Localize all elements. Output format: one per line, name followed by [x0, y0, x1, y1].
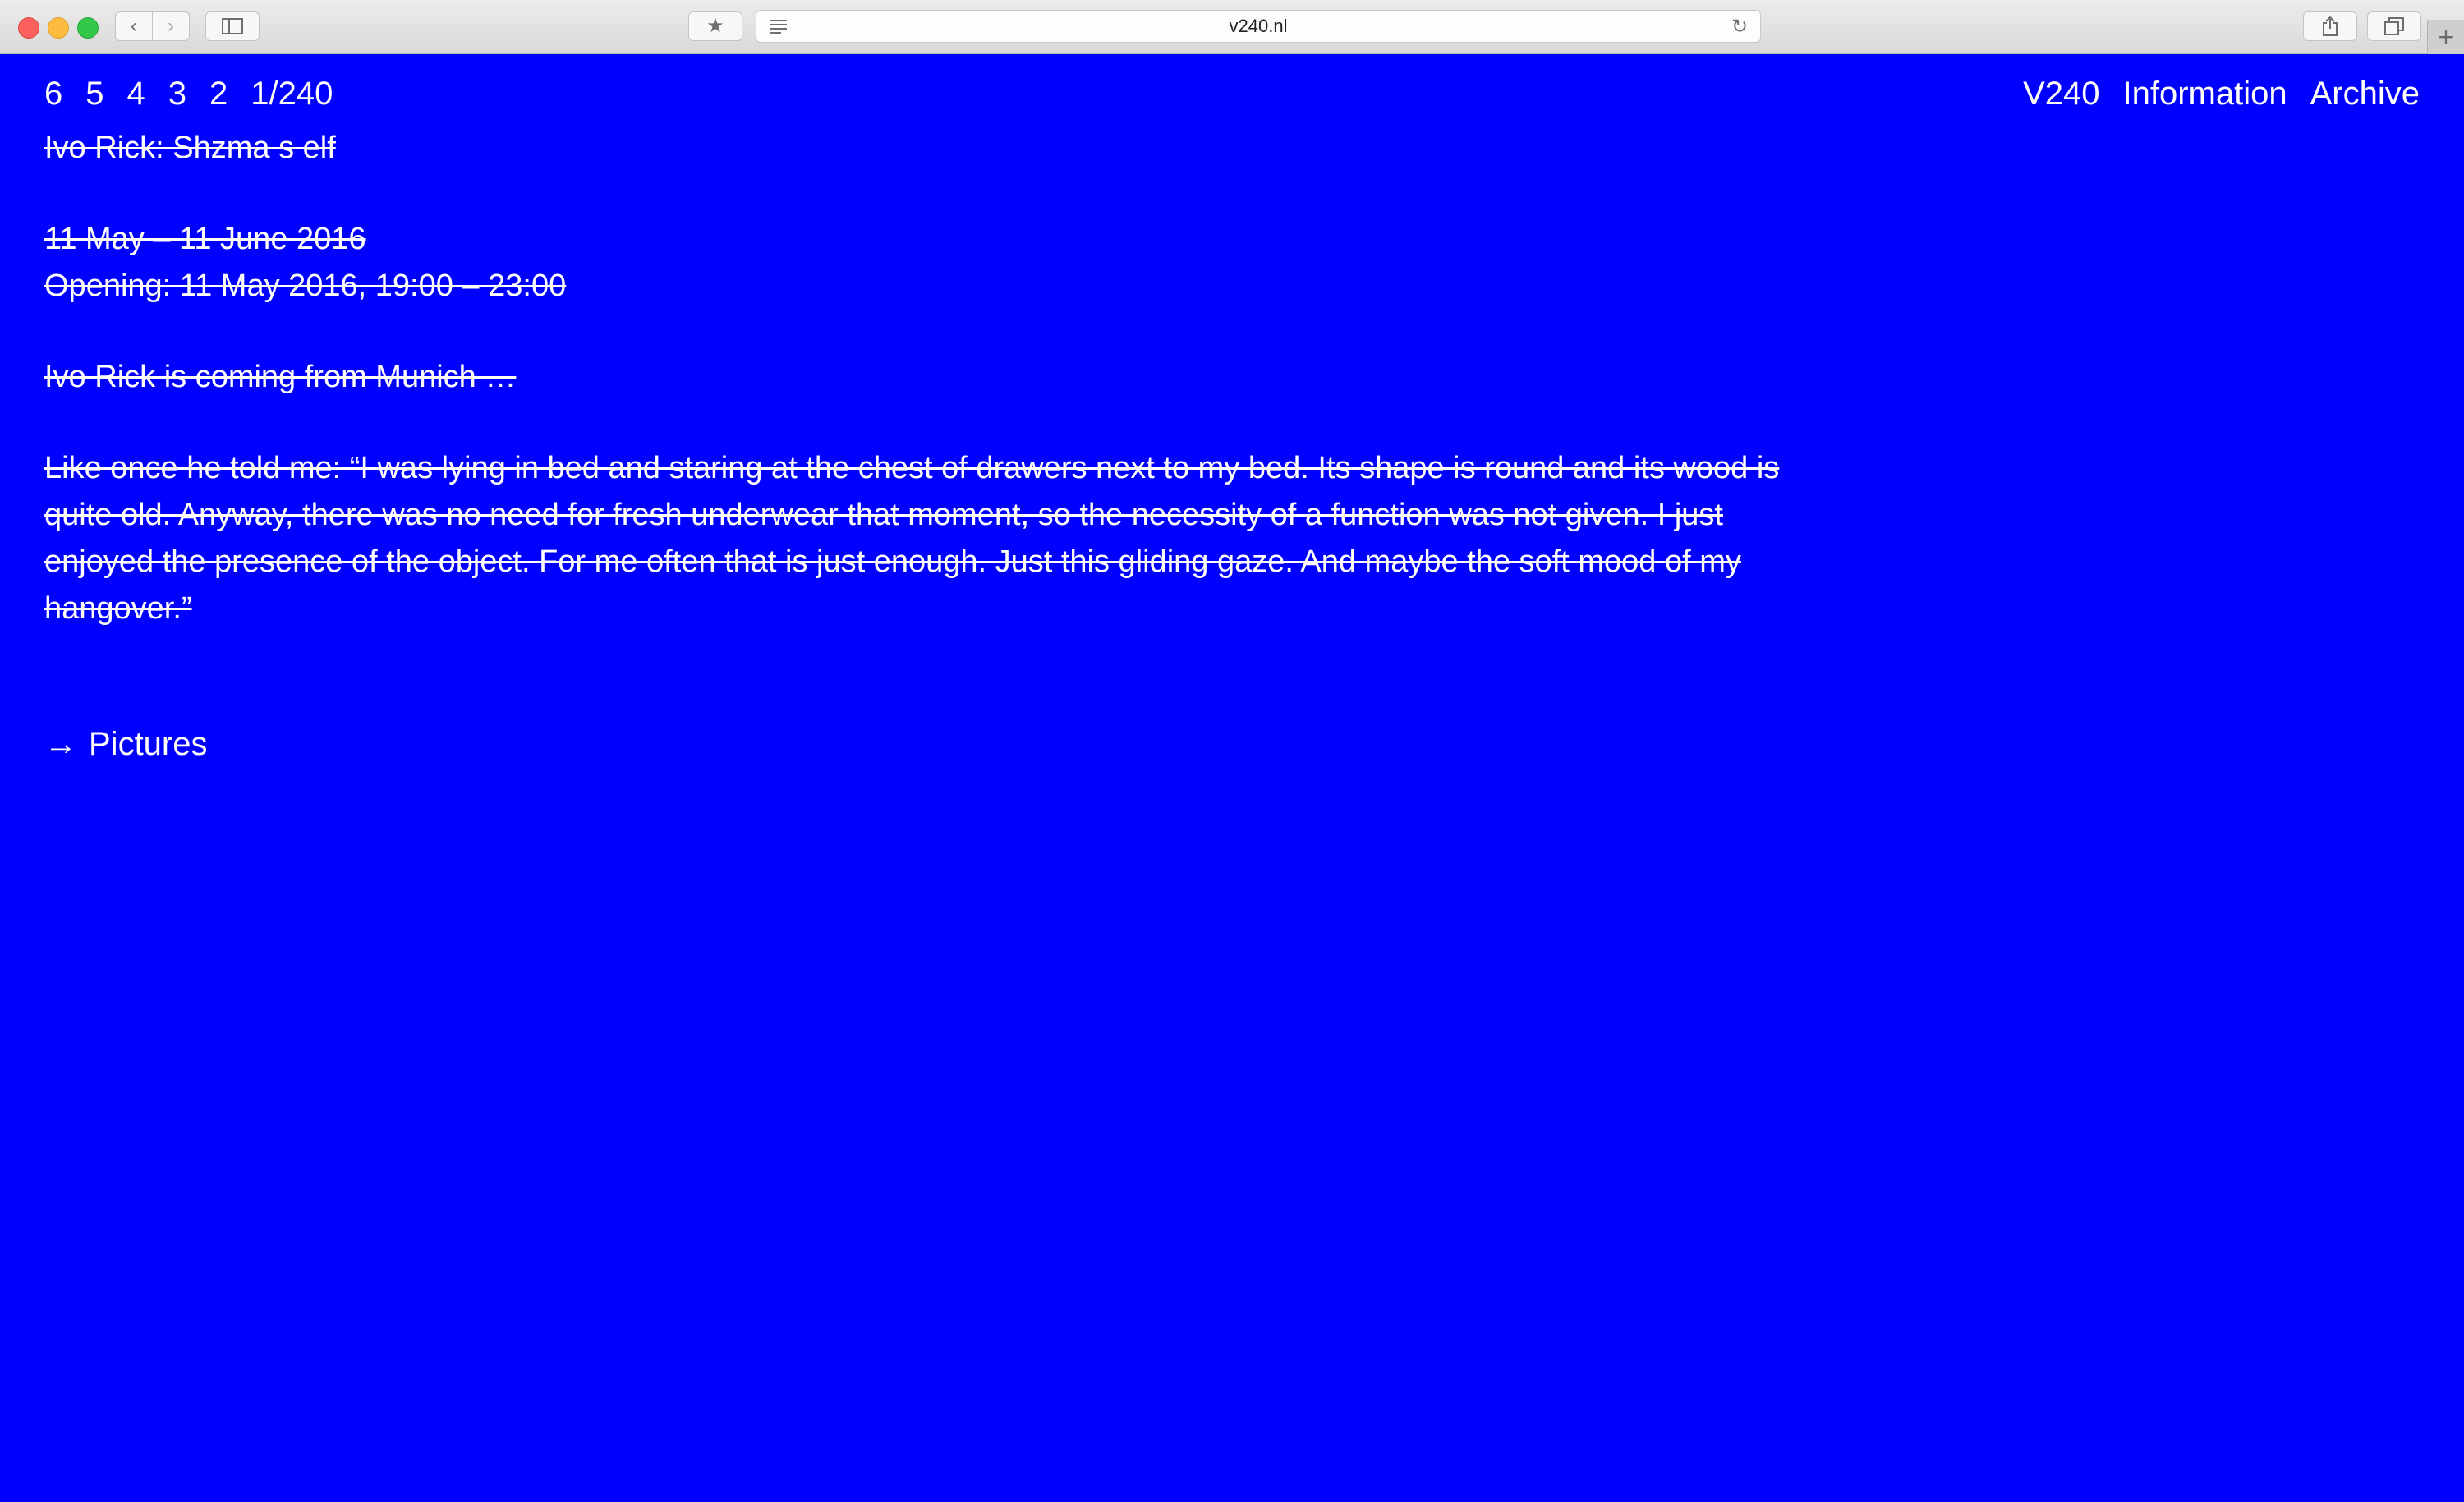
pager-item-5[interactable]: 5	[85, 76, 103, 113]
star-icon: ★	[706, 15, 724, 37]
reload-icon[interactable]: ↻	[1727, 14, 1752, 39]
nav-link-information[interactable]: Information	[2123, 76, 2287, 113]
new-tab-button[interactable]: +	[2427, 20, 2464, 54]
nav-link-archive[interactable]: Archive	[2310, 76, 2420, 113]
page: 6 5 4 3 2 1/240 V240 Information Archive…	[0, 54, 2464, 1502]
exhibition-quote: Like once he told me: “I was lying in be…	[44, 451, 1780, 626]
pictures-link-label: Pictures	[89, 726, 208, 762]
tabs-icon	[2384, 17, 2404, 35]
pictures-link[interactable]: → Pictures	[44, 721, 208, 768]
maximize-window-button[interactable]	[77, 17, 99, 39]
forward-button[interactable]: ›	[152, 11, 190, 41]
sidebar-toggle-button[interactable]	[205, 11, 260, 41]
back-button[interactable]: ‹	[115, 11, 153, 41]
pager-item-4[interactable]: 4	[127, 76, 145, 113]
pager-item-current[interactable]: 1/240	[251, 76, 333, 113]
exhibition-intro: Ivo Rick is coming from Munich …	[44, 360, 517, 394]
share-icon	[2323, 16, 2338, 36]
exhibition-pager: 6 5 4 3 2 1/240	[44, 76, 333, 113]
chevron-left-icon: ‹	[131, 15, 137, 37]
exhibition-title: Ivo Rick: Shzma s elf	[44, 131, 336, 165]
share-button[interactable]	[2303, 11, 2357, 41]
chevron-right-icon: ›	[168, 15, 174, 37]
close-window-button[interactable]	[18, 17, 39, 39]
arrow-right-icon: →	[44, 726, 77, 762]
nav-link-v240[interactable]: V240	[2023, 76, 2099, 113]
top-navigation: V240 Information Archive	[2023, 76, 2420, 113]
url-text: v240.nl	[1229, 16, 1288, 36]
address-bar[interactable]: v240.nl ↻	[756, 10, 1761, 43]
pager-item-6[interactable]: 6	[44, 76, 62, 113]
exhibition-text: Ivo Rick: Shzma s elf 11 May – 11 June 2…	[44, 125, 1786, 769]
show-tabs-button[interactable]	[2367, 11, 2421, 41]
favorites-button[interactable]: ★	[688, 11, 742, 41]
pager-item-2[interactable]: 2	[209, 76, 228, 113]
plus-icon: +	[2438, 21, 2454, 52]
exhibition-opening: Opening: 11 May 2016, 19:00 – 23:00	[44, 269, 567, 303]
exhibition-dates: 11 May – 11 June 2016	[44, 222, 366, 256]
browser-toolbar: ‹ › ★ v240.nl ↻ +	[0, 0, 2464, 54]
minimize-window-button[interactable]	[48, 17, 69, 39]
pager-item-3[interactable]: 3	[168, 76, 186, 113]
sidebar-icon	[222, 18, 243, 34]
